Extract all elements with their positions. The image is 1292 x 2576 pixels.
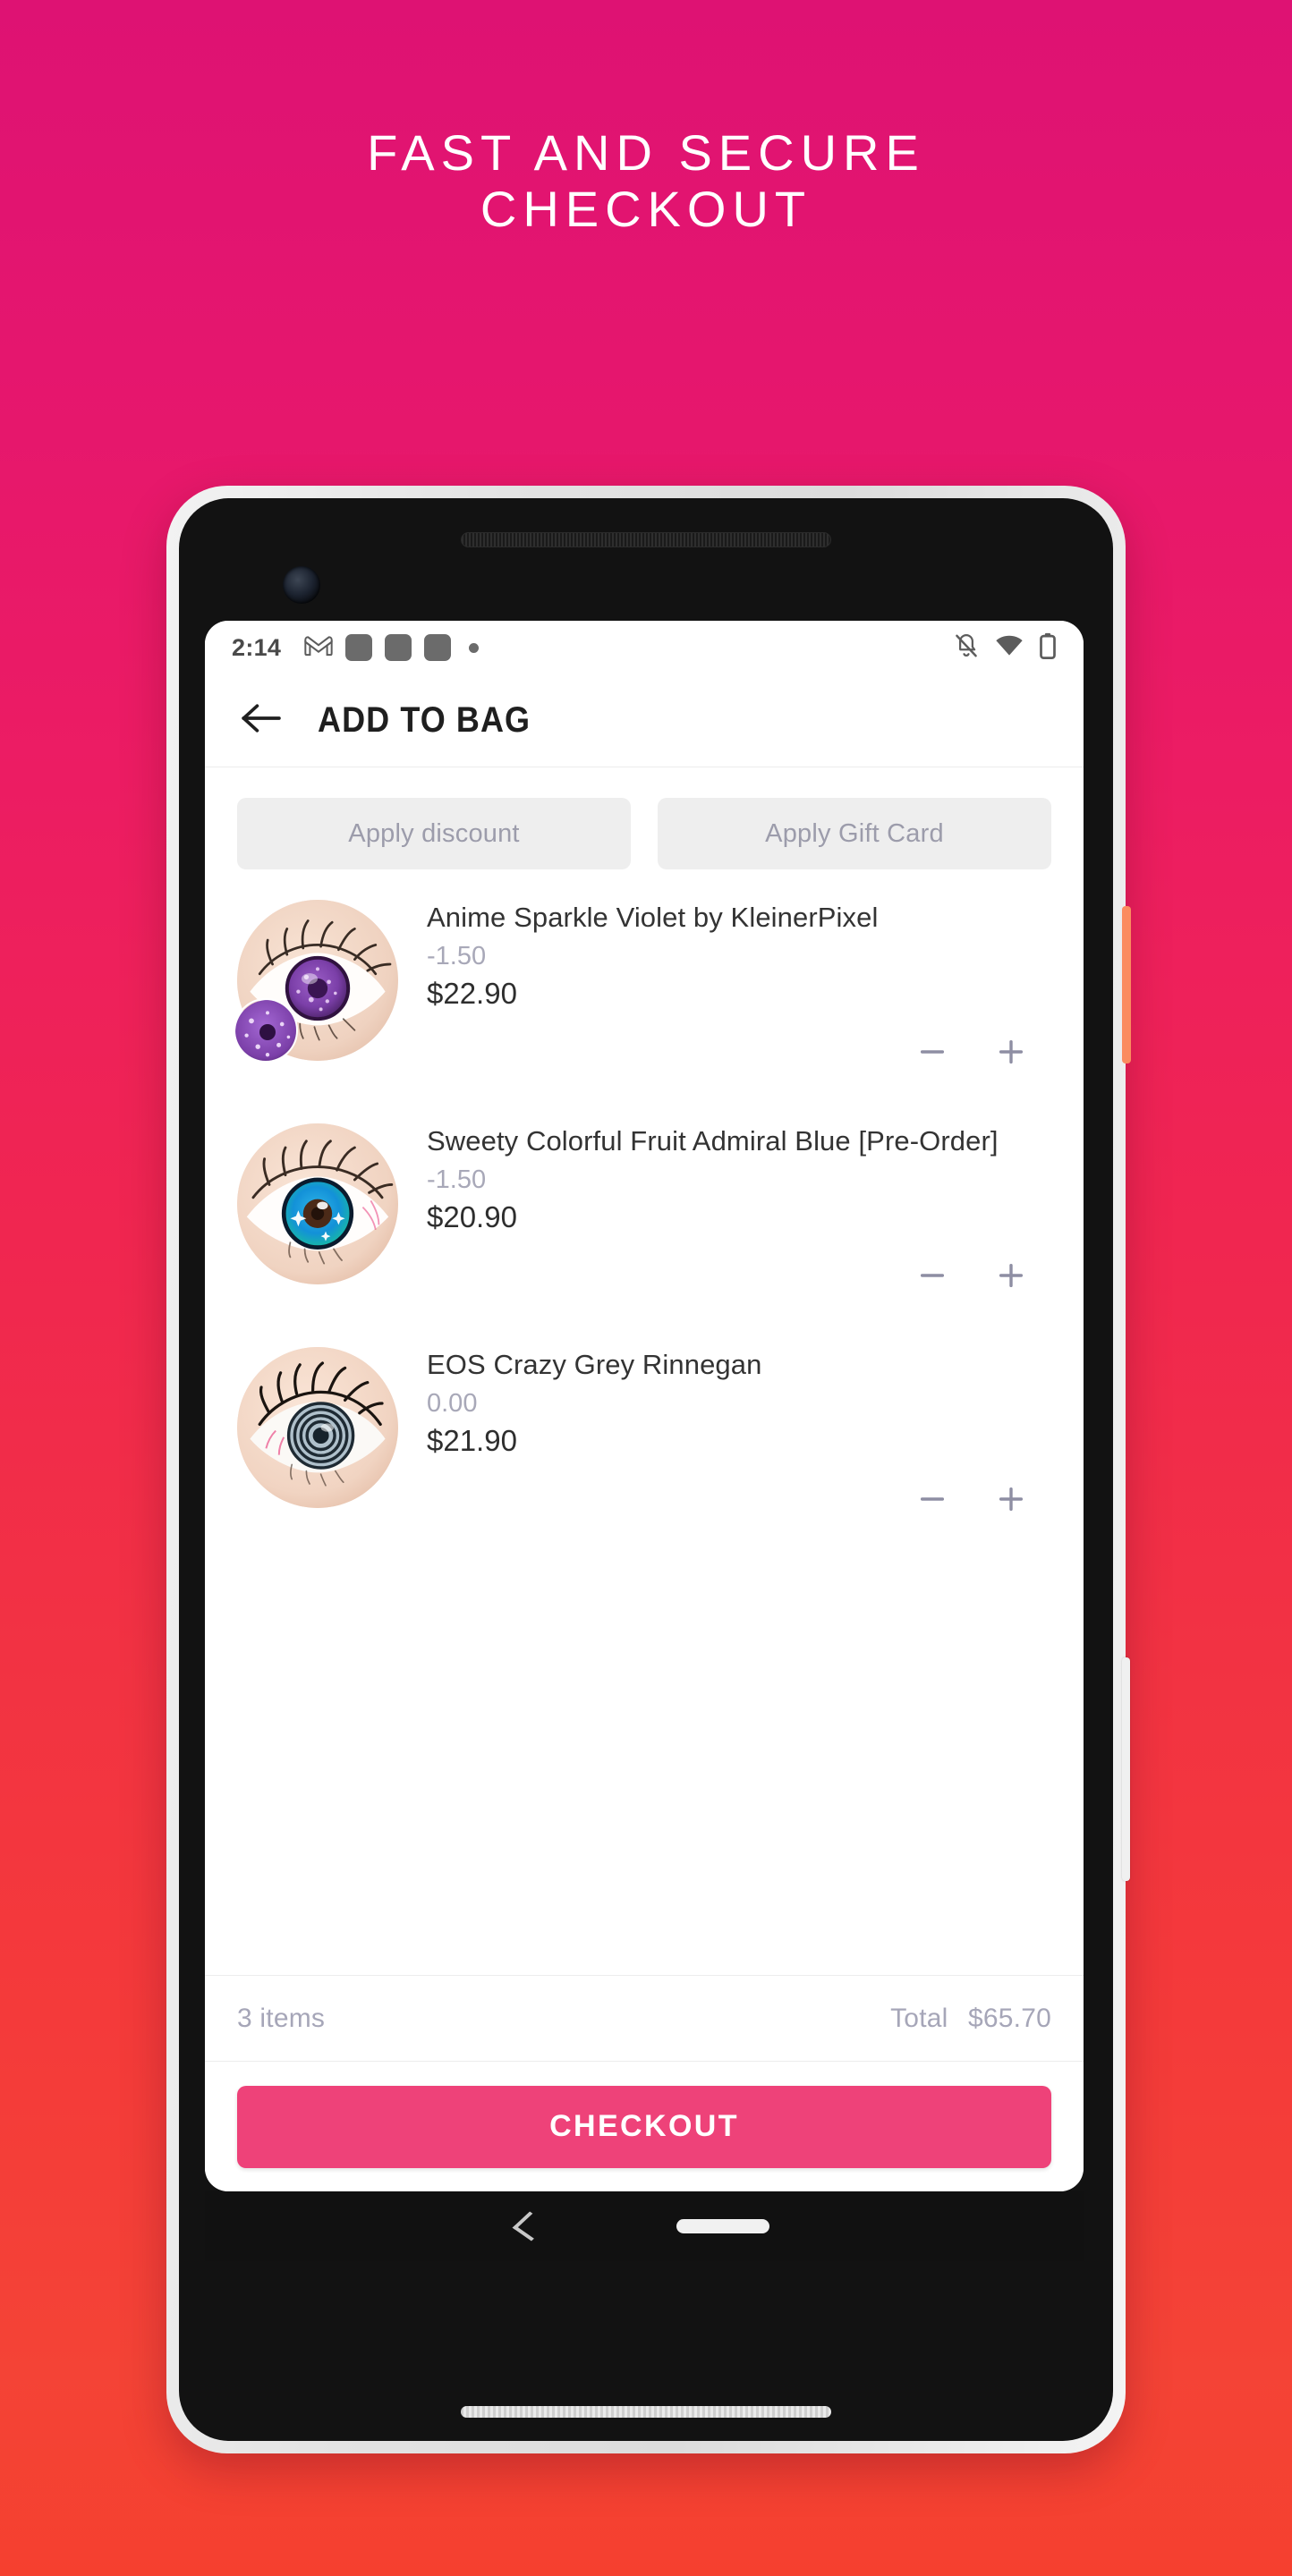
bell-off-icon bbox=[953, 632, 980, 664]
poster-background: FAST AND SECURE CHECKOUT 2:14 ADD TO BAG… bbox=[0, 0, 1292, 2576]
product-thumbnail-wrap[interactable] bbox=[237, 1123, 398, 1284]
decrease-quantity-button[interactable] bbox=[912, 1258, 953, 1299]
phone-bezel: 2:14 ADD TO BAG Apply discount Apply Gif… bbox=[179, 498, 1113, 2441]
phone-screen: 2:14 ADD TO BAG Apply discount Apply Gif… bbox=[205, 621, 1084, 2191]
product-title: Anime Sparkle Violet by KleinerPixel bbox=[427, 902, 879, 933]
quantity-stepper bbox=[427, 1258, 1051, 1299]
status-bar-notification-icons bbox=[304, 634, 953, 661]
minus-icon bbox=[917, 1484, 948, 1519]
product-price: $22.90 bbox=[427, 976, 517, 1010]
status-bar: 2:14 bbox=[205, 621, 1084, 674]
nav-home-pill[interactable] bbox=[676, 2219, 769, 2233]
phone-device: 2:14 ADD TO BAG Apply discount Apply Gif… bbox=[166, 486, 1131, 2453]
wifi-icon bbox=[995, 634, 1024, 662]
volume-rocker-button[interactable] bbox=[1122, 1657, 1130, 1881]
cart-scroll-area[interactable]: Apply discount Apply Gift Card Anime Spa… bbox=[205, 767, 1084, 1975]
product-thumb-sweety-admiral-blue bbox=[237, 1123, 398, 1284]
total-label: Total bbox=[890, 2003, 948, 2033]
quantity-stepper bbox=[427, 1034, 1051, 1075]
arrow-left-icon bbox=[241, 703, 282, 738]
item-count-label: 3 items bbox=[237, 2003, 326, 2033]
product-title: Sweety Colorful Fruit Admiral Blue [Pre-… bbox=[427, 1125, 999, 1157]
cart-item-row[interactable]: Anime Sparkle Violet by KleinerPixel -1.… bbox=[205, 880, 1084, 1104]
app-square-icon bbox=[385, 634, 412, 661]
product-power: -1.50 bbox=[427, 941, 487, 970]
total-value: $65.70 bbox=[968, 2003, 1051, 2033]
app-square-icon bbox=[424, 634, 452, 661]
product-thumbnail-wrap[interactable] bbox=[237, 1347, 398, 1508]
back-button[interactable] bbox=[237, 697, 285, 745]
android-navigation-bar bbox=[205, 2191, 1084, 2261]
product-power: -1.50 bbox=[427, 1165, 487, 1194]
status-bar-system-icons bbox=[953, 632, 1057, 664]
power-button[interactable] bbox=[1122, 906, 1131, 1063]
increase-quantity-button[interactable] bbox=[990, 1034, 1032, 1075]
cart-item-list: Anime Sparkle Violet by KleinerPixel -1.… bbox=[205, 880, 1084, 1551]
cart-total: Total $65.70 bbox=[890, 2004, 1051, 2034]
product-title: EOS Crazy Grey Rinnegan bbox=[427, 1349, 762, 1380]
cart-item-row[interactable]: EOS Crazy Grey Rinnegan 0.00 $21.90 bbox=[205, 1327, 1084, 1551]
nav-back-icon[interactable] bbox=[512, 2211, 549, 2241]
minus-icon bbox=[917, 1037, 948, 1072]
battery-icon bbox=[1039, 632, 1057, 664]
product-price: $20.90 bbox=[427, 1199, 517, 1233]
plus-icon bbox=[996, 1484, 1026, 1519]
status-bar-time: 2:14 bbox=[232, 633, 282, 661]
poster-headline: FAST AND SECURE CHECKOUT bbox=[367, 124, 925, 237]
app-square-icon bbox=[345, 634, 373, 661]
gmail-icon bbox=[304, 634, 333, 661]
product-thumb-eos-crazy-grey-rinnegan bbox=[237, 1347, 398, 1508]
cart-item-info: Sweety Colorful Fruit Admiral Blue [Pre-… bbox=[427, 1123, 1051, 1317]
product-thumbnail-wrap[interactable] bbox=[234, 900, 398, 1063]
earpiece-speaker bbox=[461, 532, 831, 547]
bottom-speaker-grille bbox=[461, 2406, 831, 2418]
increase-quantity-button[interactable] bbox=[990, 1258, 1032, 1299]
front-camera bbox=[283, 566, 320, 604]
quantity-stepper bbox=[427, 1481, 1051, 1522]
apply-discount-button[interactable]: Apply discount bbox=[237, 798, 631, 869]
decrease-quantity-button[interactable] bbox=[912, 1034, 953, 1075]
page-title: ADD TO BAG bbox=[318, 700, 531, 740]
checkout-button[interactable]: CHECKOUT bbox=[237, 2085, 1051, 2168]
apply-gift-card-button[interactable]: Apply Gift Card bbox=[658, 798, 1051, 869]
increase-quantity-button[interactable] bbox=[990, 1481, 1032, 1522]
product-power: 0.00 bbox=[427, 1388, 478, 1418]
checkout-area: CHECKOUT bbox=[205, 2061, 1084, 2191]
cart-item-info: Anime Sparkle Violet by KleinerPixel -1.… bbox=[427, 900, 1051, 1093]
notification-dot-icon bbox=[469, 642, 480, 653]
plus-icon bbox=[996, 1260, 1026, 1295]
minus-icon bbox=[917, 1260, 948, 1295]
cart-summary-bar: 3 items Total $65.70 bbox=[205, 1975, 1084, 2061]
app-bar: ADD TO BAG bbox=[205, 674, 1084, 767]
decrease-quantity-button[interactable] bbox=[912, 1481, 953, 1522]
plus-icon bbox=[996, 1037, 1026, 1072]
product-price: $21.90 bbox=[427, 1423, 517, 1457]
color-swatch-violet bbox=[234, 998, 298, 1063]
cart-item-row[interactable]: Sweety Colorful Fruit Admiral Blue [Pre-… bbox=[205, 1104, 1084, 1327]
cart-item-info: EOS Crazy Grey Rinnegan 0.00 $21.90 bbox=[427, 1347, 1051, 1540]
promo-buttons-row: Apply discount Apply Gift Card bbox=[205, 767, 1084, 880]
